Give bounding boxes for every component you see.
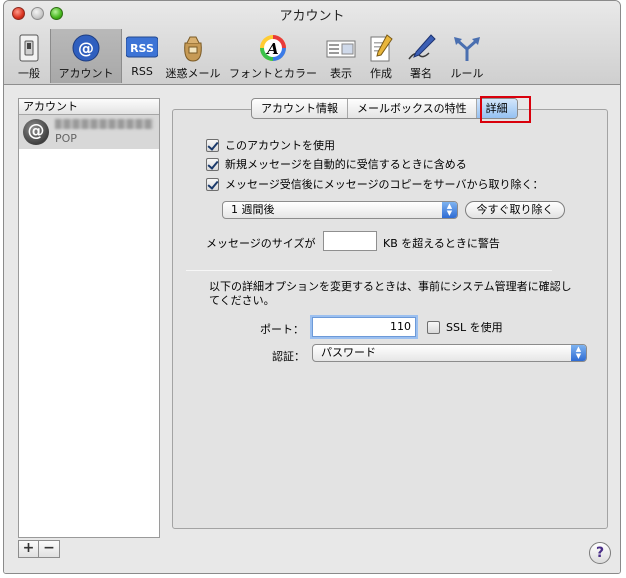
- tab-account-info[interactable]: アカウント情報: [252, 99, 348, 118]
- remove-copy-row[interactable]: メッセージ受信後にメッセージのコピーをサーバから取り除く：: [206, 176, 543, 192]
- signature-pen-icon: [408, 34, 436, 60]
- toolbar-item-signatures[interactable]: 署名: [402, 29, 440, 83]
- toolbar-label-fonts-colors: フォントとカラー: [229, 67, 317, 80]
- junk-mail-bag-icon: [184, 36, 202, 62]
- window-title: アカウント: [279, 9, 345, 24]
- ssl-row[interactable]: SSL を使用: [427, 319, 503, 335]
- enable-account-row[interactable]: このアカウントを使用: [206, 137, 335, 153]
- toolbar-item-accounts[interactable]: @ アカウント: [50, 29, 122, 83]
- toolbar-label-rss: RSS: [131, 65, 153, 78]
- toolbar-item-rss[interactable]: RSS RSS: [124, 29, 160, 83]
- size-warning-suffix: KB を超えるときに警告: [383, 237, 500, 250]
- toolbar-label-accounts: アカウント: [58, 67, 114, 80]
- ssl-checkbox[interactable]: [427, 320, 440, 334]
- size-warning-prefix: メッセージのサイズが: [206, 237, 316, 250]
- auth-label: 認証：: [272, 350, 305, 363]
- account-name-blurred: [55, 119, 153, 129]
- remove-now-button[interactable]: 今すぐ取り除く: [465, 201, 565, 219]
- rules-arrows-icon: [454, 37, 480, 61]
- admin-notice-text: 以下の詳細オプションを変更するときは、事前にシステム管理者に確認してください。: [209, 280, 572, 307]
- toolbar-label-signatures: 署名: [410, 67, 432, 80]
- account-list-header: アカウント: [19, 99, 159, 115]
- toolbar-label-viewing: 表示: [330, 67, 352, 80]
- add-account-button[interactable]: +: [18, 540, 39, 558]
- toolbar-item-junk-mail[interactable]: 迷惑メール: [162, 29, 224, 83]
- svg-text:@: @: [78, 39, 94, 58]
- at-icon: @: [23, 119, 49, 145]
- account-type-label: POP: [55, 132, 77, 145]
- at-icon: @: [72, 34, 100, 62]
- remove-copy-label: メッセージ受信後にメッセージのコピーをサーバから取り除く：: [225, 178, 544, 191]
- toolbar-label-composing: 作成: [370, 67, 392, 80]
- popup-arrows-icon: ▲ ▼: [571, 345, 586, 361]
- toolbar-label-general: 一般: [18, 67, 40, 80]
- viewing-list-icon: [326, 40, 356, 58]
- svg-text:RSS: RSS: [130, 42, 154, 55]
- remove-account-button[interactable]: −: [39, 540, 60, 558]
- auto-check-row[interactable]: 新規メッセージを自動的に受信するときに含める: [206, 156, 467, 172]
- auto-check-checkbox[interactable]: [206, 157, 219, 171]
- preferences-content: アカウント @ POP + − アカウント情報 メールボックスの特性 詳細 この…: [4, 86, 620, 573]
- tab-bar: アカウント情報 メールボックスの特性 詳細: [251, 98, 518, 119]
- toolbar-item-viewing[interactable]: 表示: [322, 29, 360, 83]
- auth-popup[interactable]: パスワード ▲ ▼: [312, 344, 587, 362]
- auth-value: パスワード: [321, 346, 376, 359]
- remove-after-value: 1 週間後: [231, 203, 275, 216]
- toolbar-item-general[interactable]: 一般: [10, 29, 48, 83]
- port-label: ポート：: [260, 323, 304, 336]
- title-bar: アカウント 一般 @ アカウント RSS RSS 迷惑メール A フォントとカラ…: [4, 1, 620, 85]
- account-list-item[interactable]: @ POP: [19, 115, 159, 149]
- light-switch-icon: [19, 34, 39, 62]
- enable-account-label: このアカウントを使用: [225, 139, 335, 152]
- toolbar-label-rules: ルール: [450, 67, 484, 80]
- remove-copy-checkbox[interactable]: [206, 177, 219, 191]
- svg-text:A: A: [265, 40, 279, 58]
- toolbar-item-fonts-colors[interactable]: A フォントとカラー: [226, 29, 320, 83]
- account-list: アカウント @ POP: [18, 98, 160, 538]
- auto-check-label: 新規メッセージを自動的に受信するときに含める: [225, 158, 467, 171]
- divider: [186, 270, 552, 271]
- font-color-icon: A: [260, 35, 286, 61]
- composing-pencil-icon: [370, 34, 393, 62]
- highlight-annotation: [480, 96, 531, 123]
- size-warning-field[interactable]: [323, 231, 377, 251]
- ssl-label: SSL を使用: [446, 321, 503, 334]
- rss-icon: RSS: [126, 36, 158, 58]
- port-field[interactable]: 110: [312, 317, 416, 337]
- enable-account-checkbox[interactable]: [206, 138, 219, 152]
- toolbar-item-composing[interactable]: 作成: [362, 29, 400, 83]
- toolbar-label-junk-mail: 迷惑メール: [165, 67, 221, 80]
- preferences-window: アカウント 一般 @ アカウント RSS RSS 迷惑メール A フォントとカラ…: [3, 0, 621, 574]
- tab-mailbox-behaviors[interactable]: メールボックスの特性: [348, 99, 477, 118]
- popup-arrows-icon: ▲ ▼: [442, 202, 457, 218]
- account-add-remove-group: + −: [18, 540, 60, 558]
- remove-after-popup[interactable]: 1 週間後 ▲ ▼: [222, 201, 458, 219]
- help-button[interactable]: ?: [589, 542, 611, 564]
- toolbar-item-rules[interactable]: ルール: [442, 29, 492, 83]
